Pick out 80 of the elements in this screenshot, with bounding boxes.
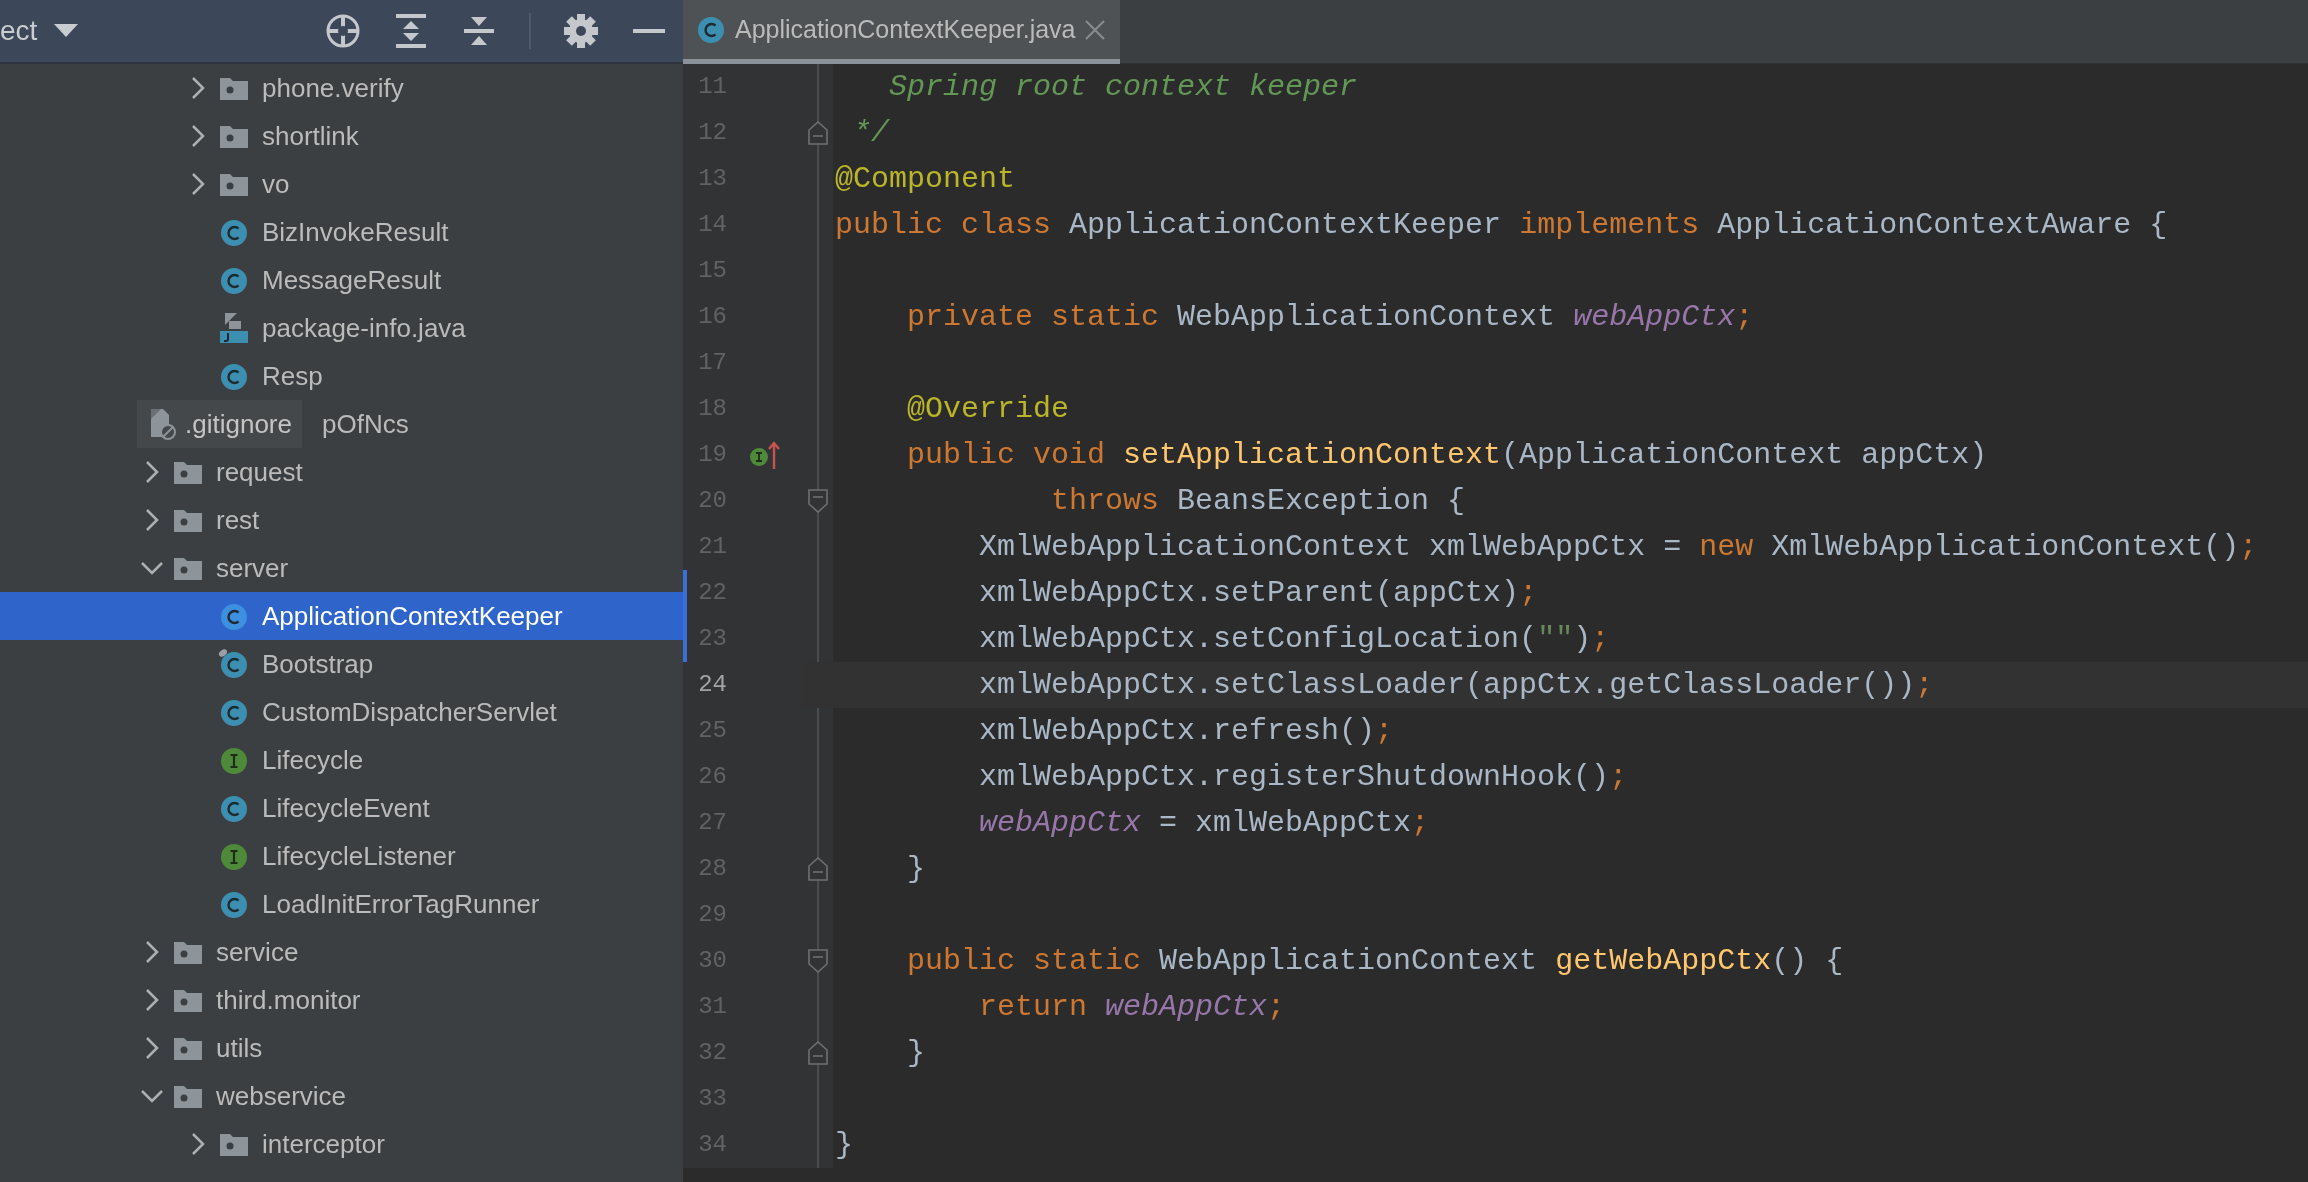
tree-item[interactable]: rest	[0, 496, 683, 544]
code-line: XmlWebApplicationContext xmlWebAppCtx = new XmlWebApplicationContext();	[978, 528, 2258, 566]
line-number: 24	[697, 670, 727, 700]
tree-item[interactable]: LifecycleListener	[0, 832, 683, 880]
code-line: xmlWebAppCtx.registerShutdownHook();	[978, 758, 1628, 796]
tree-item[interactable]: phone.verify	[0, 64, 683, 112]
tree-item[interactable]: MessageResult	[0, 256, 683, 304]
chevron-right-icon[interactable]	[144, 1036, 160, 1060]
editor-tab[interactable]: ApplicationContextKeeper.java	[683, 0, 1120, 64]
caret-icon	[53, 23, 80, 39]
code-line: }	[906, 850, 925, 888]
tree-item[interactable]: pOfNcs	[322, 400, 683, 448]
java-file-icon	[218, 312, 250, 344]
folder-icon	[173, 1035, 203, 1061]
tree-item[interactable]: utils	[0, 1024, 683, 1072]
tree-item[interactable]: ApplicationContextKeeper	[0, 592, 683, 640]
tree-item[interactable]: Lifecycle	[0, 736, 683, 784]
code-line: xmlWebAppCtx.setConfigLocation("");	[978, 620, 1610, 658]
folder-icon	[173, 459, 203, 485]
tree-item[interactable]: CustomDispatcherServlet	[0, 688, 683, 736]
tree-item[interactable]: Bootstrap	[0, 640, 683, 688]
fold-icon[interactable]	[808, 489, 828, 513]
code-line: public class ApplicationContextKeeper implements ApplicationContextAware {	[835, 206, 2168, 244]
folder-icon	[173, 939, 203, 965]
tree-item[interactable]: server	[0, 544, 683, 592]
code-line: return webAppCtx;	[978, 988, 1286, 1026]
code-line: private static WebApplicationContext webAppCtx;	[906, 298, 1754, 336]
code-line: webAppCtx = xmlWebAppCtx;	[978, 804, 1430, 842]
tree-item[interactable]: shortlink	[0, 112, 683, 160]
tree-item[interactable]: vo	[0, 160, 683, 208]
code-line: public static WebApplicationContext getWebAppCtx() {	[906, 942, 1844, 980]
chevron-right-icon[interactable]	[190, 124, 206, 148]
folder-icon	[173, 555, 203, 581]
folder-icon	[219, 1131, 249, 1157]
tree-item[interactable]: package-info.java	[0, 304, 683, 352]
code-line: xmlWebAppCtx.refresh();	[978, 712, 1394, 750]
tooltip-text: .gitignore	[185, 407, 292, 441]
code-line: throws BeansException {	[1050, 482, 1466, 520]
folder-icon	[173, 1083, 203, 1109]
expand-all-icon[interactable]	[393, 13, 429, 49]
folder-icon	[173, 987, 203, 1013]
implements-icon[interactable]	[749, 439, 783, 471]
chevron-right-icon[interactable]	[144, 508, 160, 532]
code-line: }	[835, 1126, 853, 1164]
tree-item[interactable]: LifecycleEvent	[0, 784, 683, 832]
tree-item[interactable]: service	[0, 928, 683, 976]
chevron-right-icon[interactable]	[144, 988, 160, 1012]
settings-icon[interactable]	[563, 13, 599, 49]
code-line: Spring root context keeper	[888, 68, 1358, 106]
code-line: }	[906, 1034, 925, 1072]
code-line: public void setApplicationContext(ApplicationContext appCtx)	[906, 436, 1988, 474]
view-dropdown[interactable]: ect	[0, 17, 80, 45]
code-line: */	[852, 114, 889, 152]
locate-icon[interactable]	[325, 13, 361, 49]
tree-item[interactable]: third.monitor	[0, 976, 683, 1024]
folder-icon	[219, 171, 249, 197]
tree-item[interactable]: LoadInitErrorTagRunner	[0, 880, 683, 928]
code-line: xmlWebAppCtx.setParent(appCtx);	[978, 574, 1538, 612]
chevron-right-icon[interactable]	[144, 460, 160, 484]
tree-item[interactable]: webservice	[0, 1072, 683, 1120]
tree-item[interactable]: interceptor	[0, 1120, 683, 1168]
chevron-right-icon[interactable]	[144, 940, 160, 964]
chevron-right-icon[interactable]	[190, 1132, 206, 1156]
tree-item[interactable]: BizInvokeResult	[0, 208, 683, 256]
folder-icon	[219, 123, 249, 149]
code-line: xmlWebAppCtx.setClassLoader(appCtx.getClassLoader());	[978, 666, 1934, 704]
code-line: @Component	[835, 160, 1016, 198]
fold-icon[interactable]	[808, 857, 828, 881]
code-line: @Override	[906, 390, 1070, 428]
fold-icon[interactable]	[808, 1041, 828, 1065]
fold-icon[interactable]	[808, 121, 828, 145]
tree-item[interactable]: Resp	[0, 352, 683, 400]
fold-icon[interactable]	[808, 949, 828, 973]
tree-item[interactable]: request	[0, 448, 683, 496]
chevron-down-icon[interactable]	[140, 560, 164, 576]
folder-icon	[219, 75, 249, 101]
folder-icon	[173, 507, 203, 533]
chevron-right-icon[interactable]	[190, 172, 206, 196]
chevron-down-icon[interactable]	[140, 1088, 164, 1104]
chevron-right-icon[interactable]	[190, 76, 206, 100]
